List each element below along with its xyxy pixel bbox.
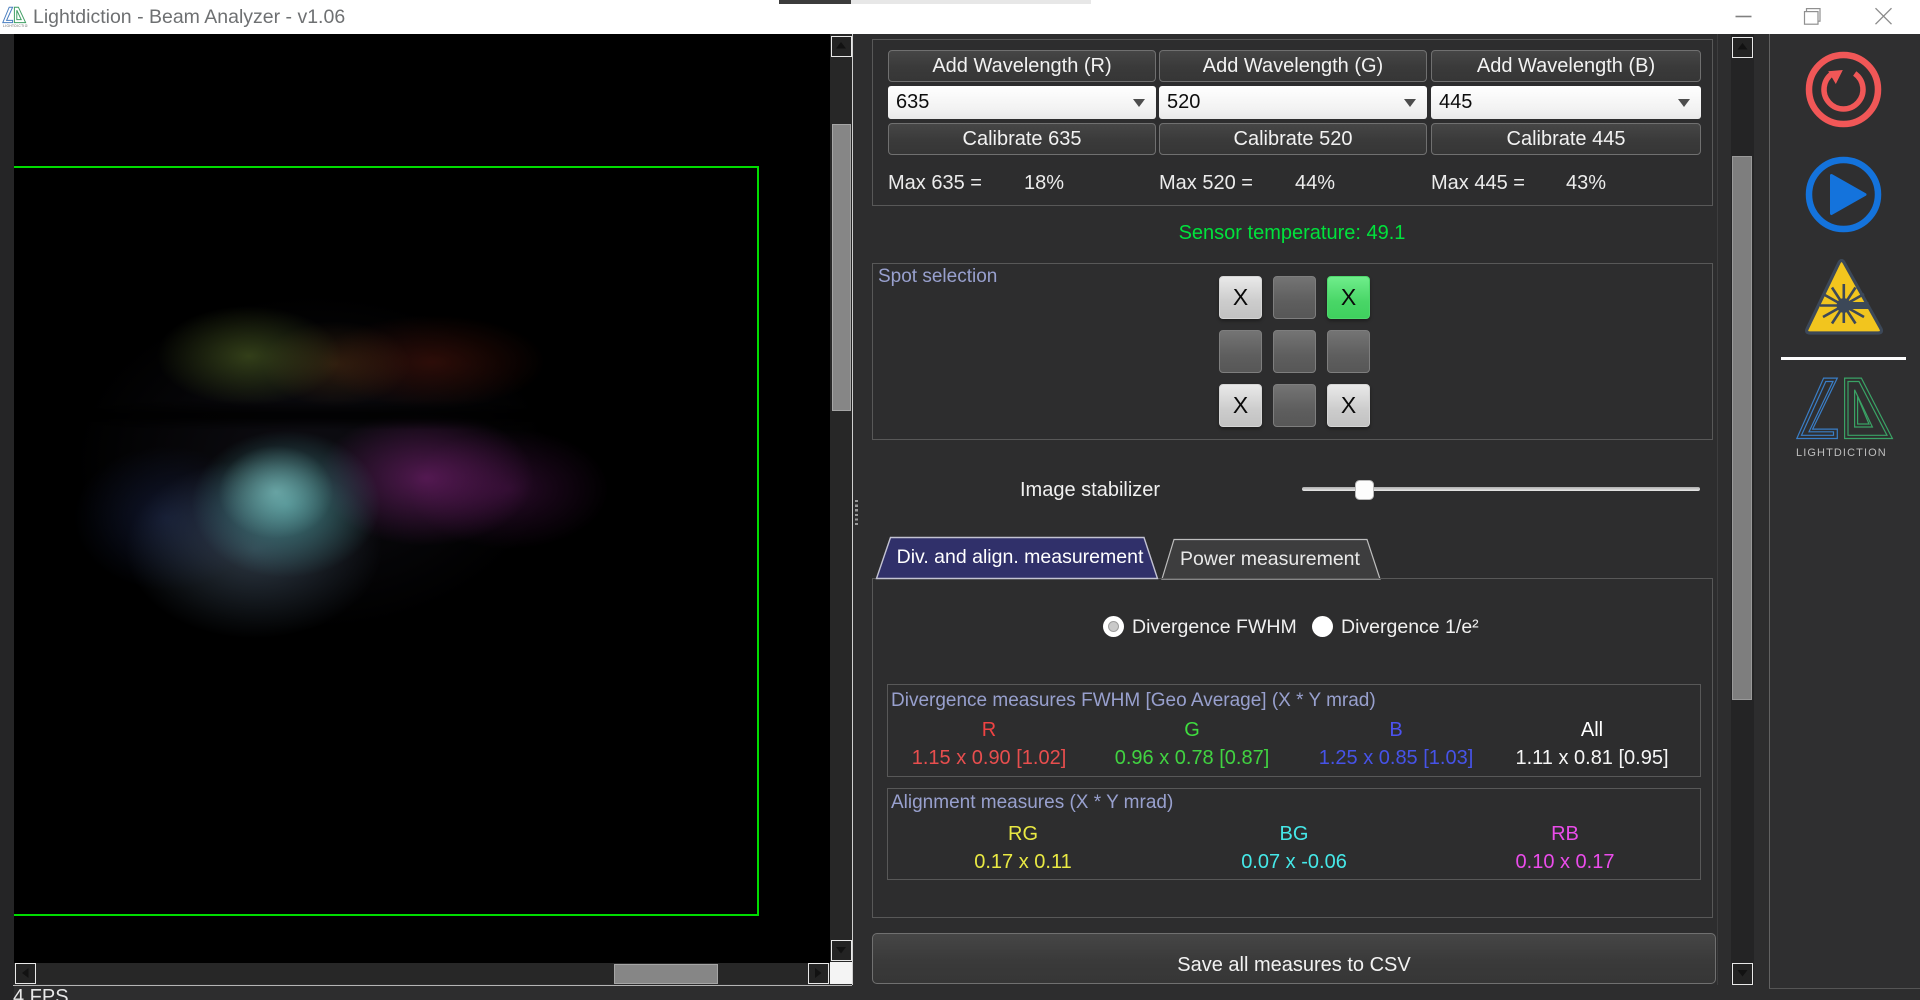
svg-text:LIGHTDICTION: LIGHTDICTION	[1796, 447, 1887, 459]
svg-text:LIGHTDICTION: LIGHTDICTION	[3, 24, 28, 28]
